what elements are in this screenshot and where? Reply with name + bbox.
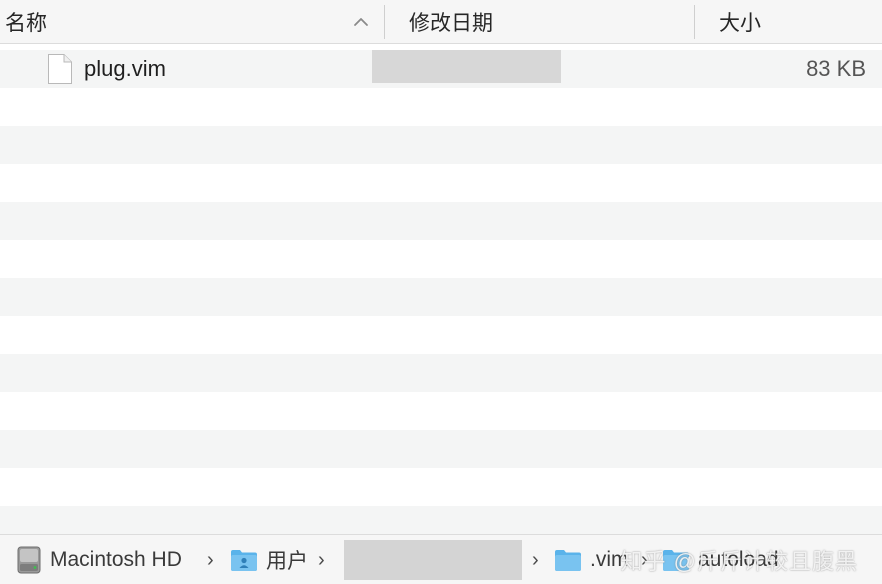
file-size: 83 KB — [806, 56, 866, 81]
chevron-up-icon[interactable] — [352, 13, 370, 31]
path-item-macintosh-hd[interactable]: Macintosh HD — [16, 535, 182, 584]
path-item-label: autoload — [698, 548, 779, 571]
column-header: 名称 修改日期 大小 — [0, 0, 882, 44]
empty-row — [0, 240, 882, 278]
path-item-label: 用户 — [266, 550, 308, 573]
redacted-date-modified — [372, 50, 561, 83]
users-folder-icon — [231, 550, 257, 571]
path-item-redacted-user[interactable] — [344, 540, 522, 580]
path-item-autoload[interactable]: autoload — [662, 535, 779, 584]
finder-window: 名称 修改日期 大小 plug.vim 83 KB Macintosh HD ›… — [0, 0, 882, 584]
folder-icon — [663, 550, 689, 571]
path-item-label: Macintosh HD — [50, 548, 182, 571]
chevron-right-icon: › — [207, 548, 214, 571]
column-header-date-label: 修改日期 — [409, 12, 493, 35]
file-name: plug.vim — [84, 56, 166, 81]
chevron-right-icon: › — [641, 548, 648, 571]
empty-row — [0, 126, 882, 164]
empty-row — [0, 354, 882, 392]
chevron-right-icon: › — [318, 548, 325, 571]
file-row-plug-vim[interactable]: plug.vim 83 KB — [0, 50, 882, 88]
folder-icon — [555, 550, 581, 571]
empty-row — [0, 392, 882, 430]
document-icon — [48, 54, 72, 84]
empty-row — [0, 88, 882, 126]
column-header-size-label: 大小 — [719, 12, 761, 35]
column-header-size[interactable]: 大小 — [695, 0, 882, 44]
column-header-name-label: 名称 — [5, 12, 47, 35]
path-item-vim[interactable]: .vim — [554, 535, 629, 584]
path-item-label: .vim — [590, 548, 629, 571]
column-header-name[interactable]: 名称 — [0, 0, 384, 44]
file-list: plug.vim 83 KB — [0, 50, 882, 544]
chevron-right-icon: › — [532, 548, 539, 571]
empty-row — [0, 278, 882, 316]
hard-drive-icon — [17, 546, 41, 574]
path-item-users[interactable]: 用户 — [230, 535, 308, 584]
empty-row — [0, 468, 882, 506]
column-header-date[interactable]: 修改日期 — [385, 0, 694, 44]
path-bar: Macintosh HD › 用户 › › .vim › autoload 知乎… — [0, 534, 882, 584]
empty-row — [0, 164, 882, 202]
empty-row — [0, 316, 882, 354]
empty-row — [0, 202, 882, 240]
empty-row — [0, 430, 882, 468]
